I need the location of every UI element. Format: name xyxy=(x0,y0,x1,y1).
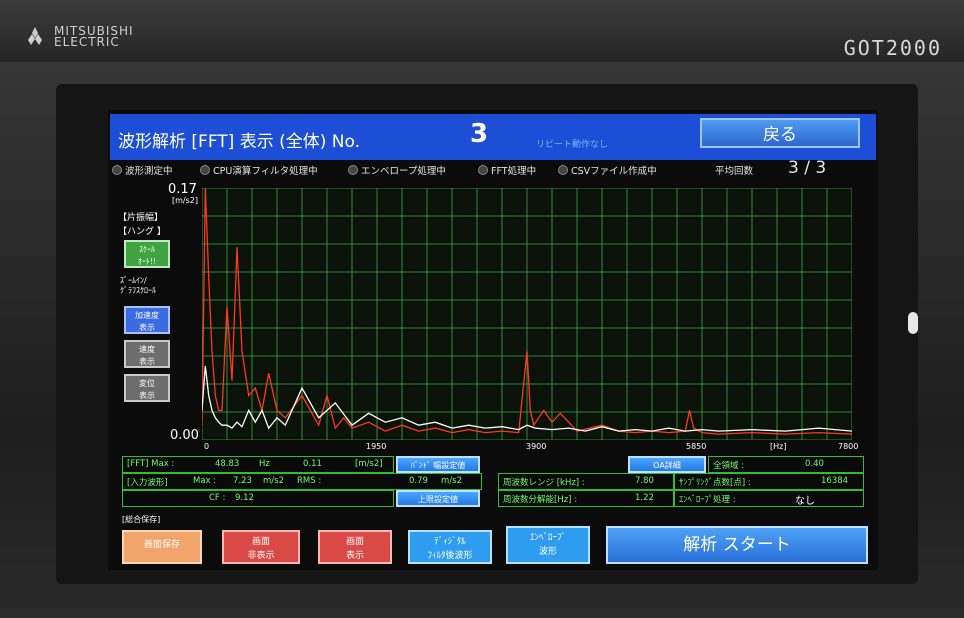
overall-value: 0.40 xyxy=(805,459,824,469)
save-screen-button[interactable]: 画面保存 xyxy=(122,530,202,564)
freq-res-value: 1.22 xyxy=(635,493,654,503)
envelope-label: ｴﾝﾍﾞﾛｰﾌﾟ処理 : xyxy=(679,495,736,505)
x-tick-label: 0 xyxy=(204,442,210,451)
x-tick-label: 3900 xyxy=(526,442,547,451)
left-panel: 0.17 [m/s2] 【片振幅】 【ハング 】 ｽｹｰﾙ ｵｰﾄ!! ｽﾞｰﾑ… xyxy=(112,180,198,450)
envelope-value: なし xyxy=(795,496,815,507)
fft-amp-unit: [m/s2] xyxy=(355,459,383,469)
status-lamp-icon xyxy=(200,165,210,175)
sampling-value: 16384 xyxy=(821,476,849,486)
hide-screen-button[interactable]: 画面 非表示 xyxy=(222,530,300,564)
fft-freq-unit: Hz xyxy=(259,459,270,469)
acceleration-button[interactable]: 加速度 表示 xyxy=(124,306,170,334)
overall-label: 全領域 : xyxy=(713,461,745,471)
mitsubishi-logo-icon xyxy=(28,27,42,45)
page-title: 波形解析 [FFT] 表示 (全体) No. xyxy=(118,132,361,152)
page-number: 3 xyxy=(470,119,489,149)
cf-label: CF : xyxy=(209,493,226,503)
x-tick-label: 1950 xyxy=(366,442,387,451)
bandwidth-setting-button[interactable]: ﾊﾞﾝﾄﾞ 幅設定値 xyxy=(396,456,480,473)
status-row: 波形測定中 CPU演算フィルタ処理中 エンベロープ処理中 FFT処理中 CSVフ… xyxy=(112,158,874,179)
model-label: GOT2000 xyxy=(843,36,942,60)
y-axis-unit: [m/s2] xyxy=(172,196,198,205)
velocity-button[interactable]: 速度 表示 xyxy=(124,340,170,368)
status-lamp-icon xyxy=(348,165,358,175)
input-max-label: Max : xyxy=(193,476,217,486)
cf-value: 9.12 xyxy=(235,493,254,503)
average-count-label: 平均回数 xyxy=(715,166,754,177)
status-lamp-icon xyxy=(112,165,122,175)
envelope-waveform-button[interactable]: ｴﾝﾍﾞﾛｰﾌﾟ 波形 xyxy=(506,526,590,564)
freq-res-label: 周波数分解能[Hz] : xyxy=(503,495,578,505)
cf-box: CF : 9.12 xyxy=(122,490,394,507)
y-axis-min: 0.00 xyxy=(170,428,199,443)
rms-value: 0.79 xyxy=(409,476,428,486)
upper-limit-button[interactable]: 上限設定値 xyxy=(396,490,480,507)
freq-range-label: 周波数レンジ [kHz] : xyxy=(503,478,585,488)
status-lamp-icon xyxy=(478,165,488,175)
freq-range-value: 7.80 xyxy=(635,476,654,486)
window-mode-label: 【ハング 】 xyxy=(118,227,166,237)
analysis-start-button[interactable]: 解析 スタート xyxy=(606,526,868,564)
show-screen-button[interactable]: 画面 表示 xyxy=(318,530,392,564)
digital-filter-waveform-button[interactable]: ﾃﾞｨｼﾞﾀﾙ ﾌｨﾙﾀ後波形 xyxy=(408,530,492,564)
average-count-value: 3 / 3 xyxy=(788,158,827,178)
status-lamp-icon xyxy=(558,165,568,175)
status-envelope: エンベロープ処理中 xyxy=(348,163,446,177)
brand-text: MITSUBISHI ELECTRIC xyxy=(54,24,134,49)
rms-label: RMS : xyxy=(297,476,322,486)
fft-max-freq: 48.83 xyxy=(215,459,240,469)
oa-detail-button[interactable]: OA詳細 xyxy=(628,456,706,473)
status-csv: CSVファイル作成中 xyxy=(558,163,657,177)
status-fft: FFT処理中 xyxy=(478,163,536,177)
input-max-unit: m/s2 xyxy=(263,476,284,486)
x-axis-unit: [Hz] xyxy=(770,442,787,451)
hmi-screen: 波形解析 [FFT] 表示 (全体) No. 3 リピート動作なし 戻る 波形測… xyxy=(108,110,878,570)
title-bar: 波形解析 [FFT] 表示 (全体) No. 3 リピート動作なし 戻る xyxy=(110,114,876,160)
status-waveform: 波形測定中 xyxy=(112,163,173,177)
sampling-label: ｻﾝﾌﾟﾘﾝｸﾞ点数[点] : xyxy=(679,478,751,488)
info-panel: [FFT] Max : 48.83 Hz 0.11 [m/s2] ﾊﾞﾝﾄﾞ 幅… xyxy=(122,456,868,510)
save-note: [総合保存] xyxy=(122,515,161,524)
freq-range-box: 周波数レンジ [kHz] : 7.80 xyxy=(498,473,674,490)
back-button[interactable]: 戻る xyxy=(700,118,860,148)
input-waveform-box: [入力波形] Max : 7.23 m/s2 RMS : 0.79 m/s2 xyxy=(122,473,482,490)
amplitude-mode-label: 【片振幅】 xyxy=(118,213,164,223)
zoom-label: ｽﾞｰﾑｲﾝ/ ｸﾞﾗﾌｽｸﾛｰﾙ xyxy=(120,276,156,295)
bottom-bar: [総合保存] 画面保存 画面 非表示 画面 表示 ﾃﾞｨｼﾞﾀﾙ ﾌｨﾙﾀ後波形… xyxy=(122,514,868,564)
envelope-box: ｴﾝﾍﾞﾛｰﾌﾟ処理 : なし xyxy=(674,490,864,507)
x-axis: 0 1950 3900 5850 [Hz] 7800 xyxy=(188,442,868,456)
status-led xyxy=(908,312,918,334)
scale-auto-button[interactable]: ｽｹｰﾙ ｵｰﾄ!! xyxy=(124,240,170,268)
overall-box: 全領域 : 0.40 xyxy=(708,456,864,473)
fft-max-label: [FFT] Max : xyxy=(127,459,175,469)
bezel-top xyxy=(0,0,964,62)
x-tick-label: 7800 xyxy=(838,442,859,451)
fft-max-amp: 0.11 xyxy=(303,459,322,469)
displacement-button[interactable]: 変位 表示 xyxy=(124,374,170,402)
freq-res-box: 周波数分解能[Hz] : 1.22 xyxy=(498,490,674,507)
input-waveform-label: [入力波形] xyxy=(127,478,168,488)
sampling-box: ｻﾝﾌﾟﾘﾝｸﾞ点数[点] : 16384 xyxy=(674,473,864,490)
fft-max-box: [FFT] Max : 48.83 Hz 0.11 [m/s2] xyxy=(122,456,394,473)
rms-unit: m/s2 xyxy=(441,476,462,486)
y-axis-max: 0.17 xyxy=(168,182,197,197)
x-tick-label: 5850 xyxy=(686,442,707,451)
status-cpu-filter: CPU演算フィルタ処理中 xyxy=(200,163,318,177)
repeat-status: リピート動作なし xyxy=(536,140,609,150)
fft-plot xyxy=(202,188,852,440)
input-max-value: 7.23 xyxy=(233,476,252,486)
